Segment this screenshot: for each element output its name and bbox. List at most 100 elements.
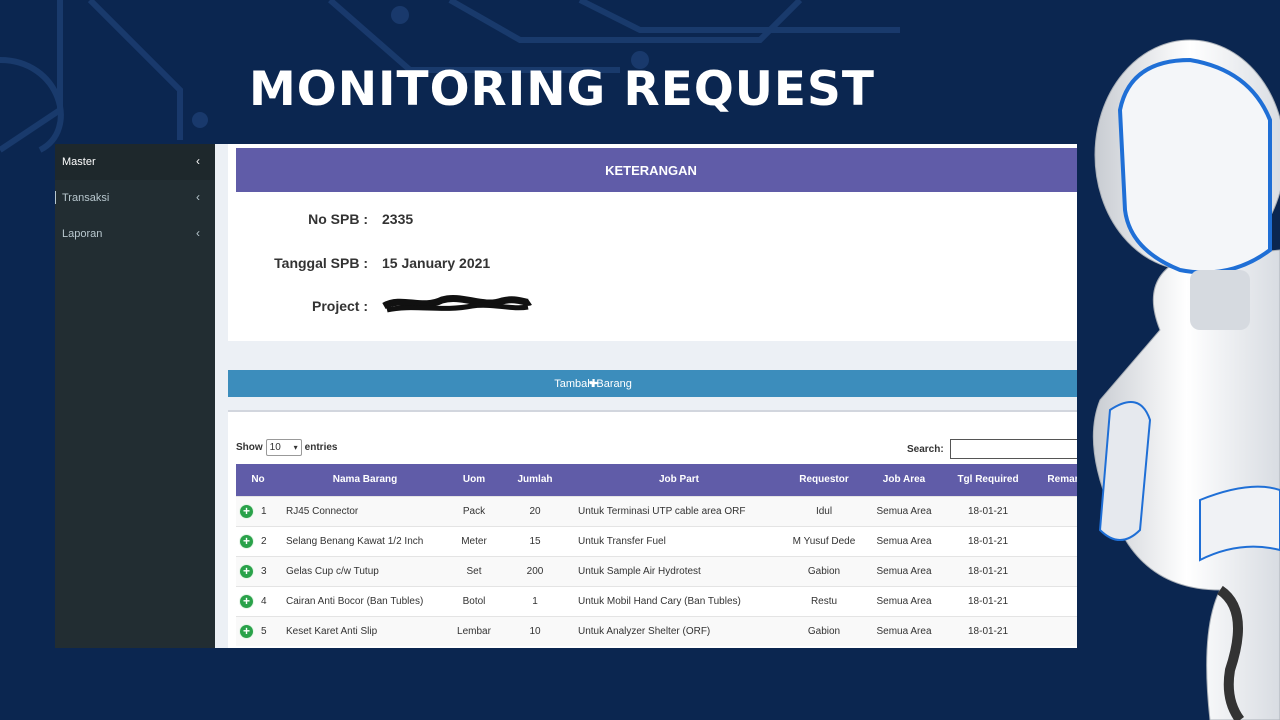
row-number: 4 <box>261 595 267 607</box>
cell-nama-barang: RJ45 Connector <box>280 495 450 526</box>
table-header-row: No Nama Barang Uom Jumlah Job Part Reque… <box>236 464 1077 496</box>
table-row: +1 RJ45 Connector Pack 20 Untuk Terminasi UT… <box>236 495 1077 526</box>
chevron-left-icon: ‹ <box>196 190 200 204</box>
chevron-left-icon: ‹ <box>196 154 200 168</box>
keterangan-box: KETERANGAN No SPB : 2335 Tanggal SPB : 1… <box>228 144 1077 341</box>
cell-job-area: Semua Area <box>862 555 946 586</box>
cell-uom: Botol <box>450 585 498 616</box>
expand-row-icon[interactable]: + <box>240 504 253 518</box>
cell-uom: Meter <box>450 525 498 556</box>
row-number: 2 <box>261 535 267 547</box>
page-headline: MONITORING REQUEST <box>249 62 875 117</box>
expand-row-icon[interactable]: + <box>240 624 253 638</box>
row-number-cell: +3 <box>236 555 280 586</box>
sidebar-item-transaksi[interactable]: Transaksi ‹ <box>55 180 215 216</box>
cell-jumlah: 10 <box>498 615 572 646</box>
cell-requestor: Gabion <box>786 615 862 646</box>
expand-row-icon[interactable]: + <box>240 564 253 578</box>
column-header[interactable]: No <box>236 464 280 496</box>
column-header[interactable]: Uom <box>450 464 498 496</box>
cell-remark <box>1030 525 1077 556</box>
table-row: +4 Cairan Anti Bocor (Ban Tubles) Botol 1 Un… <box>236 585 1077 616</box>
cell-job-area: Semua Area <box>862 525 946 556</box>
keterangan-title: KETERANGAN <box>605 162 697 178</box>
column-header[interactable]: Remar <box>1030 464 1077 496</box>
cell-remark <box>1030 615 1077 646</box>
tanggal-spb-value: 15 January 2021 <box>382 255 491 271</box>
cell-job-part: Untuk Sample Air Hydrotest <box>572 555 786 586</box>
sidebar-item-label: Laporan <box>62 228 103 240</box>
items-table: No Nama Barang Uom Jumlah Job Part Reque… <box>236 464 1077 646</box>
cell-requestor: Gabion <box>786 555 862 586</box>
cell-job-part: Untuk Transfer Fuel <box>572 525 786 556</box>
cell-remark <box>1030 495 1077 526</box>
cell-nama-barang: Gelas Cup c/w Tutup <box>280 555 450 586</box>
cell-nama-barang: Keset Karet Anti Slip <box>280 615 450 646</box>
column-header[interactable]: Job Part <box>572 464 786 496</box>
cell-tgl-required: 18-01-21 <box>946 615 1030 646</box>
search-label: Search: <box>907 443 944 455</box>
table-body: +1 RJ45 Connector Pack 20 Untuk Terminasi UT… <box>236 495 1077 646</box>
sidebar-item-label: Transaksi <box>62 192 110 204</box>
cell-tgl-required: 18-01-21 <box>946 525 1030 556</box>
column-header[interactable]: Requestor <box>786 464 862 496</box>
no-spb-label: No SPB : <box>308 211 368 227</box>
redacted-project-value <box>382 295 532 313</box>
row-number-cell: +1 <box>236 495 280 526</box>
items-table-box: Show 10 ▾ entries Search: No Nama Barang… <box>228 410 1077 648</box>
cell-uom: Pack <box>450 495 498 526</box>
row-number-cell: +5 <box>236 615 280 646</box>
cell-job-area: Semua Area <box>862 615 946 646</box>
cell-job-area: Semua Area <box>862 495 946 526</box>
row-number-cell: +2 <box>236 525 280 556</box>
cell-job-part: Untuk Mobil Hand Cary (Ban Tubles) <box>572 585 786 616</box>
table-row: +5 Keset Karet Anti Slip Lembar 10 Untuk Ana… <box>236 615 1077 646</box>
page-size-select[interactable]: 10 ▾ <box>265 439 302 456</box>
chevron-down-icon: ▾ <box>293 443 298 452</box>
sidebar-item-laporan[interactable]: Laporan ‹ <box>55 216 215 252</box>
cell-jumlah: 15 <box>498 525 572 556</box>
cell-uom: Set <box>450 555 498 586</box>
cell-requestor: M Yusuf Dede <box>786 525 862 556</box>
table-row: +2 Selang Benang Kawat 1/2 Inch Meter 15 Unt… <box>236 525 1077 556</box>
sidebar-item-master[interactable]: Master ‹ <box>55 144 215 180</box>
show-entries-control: Show 10 ▾ entries <box>236 439 337 456</box>
cell-jumlah: 200 <box>498 555 572 586</box>
keterangan-header: KETERANGAN <box>236 148 1077 192</box>
cell-remark <box>1030 555 1077 586</box>
column-header[interactable]: Job Area <box>862 464 946 496</box>
entries-label: entries <box>304 442 338 453</box>
expand-row-icon[interactable]: + <box>240 534 253 548</box>
expand-row-icon[interactable]: + <box>240 594 253 608</box>
chevron-left-icon: ‹ <box>196 226 200 240</box>
cell-requestor: Idul <box>786 495 862 526</box>
cell-nama-barang: Selang Benang Kawat 1/2 Inch <box>280 525 450 556</box>
cell-job-part: Untuk Analyzer Shelter (ORF) <box>572 615 786 646</box>
row-number: 3 <box>261 565 267 577</box>
search-input[interactable] <box>949 439 1077 459</box>
row-number: 5 <box>261 625 267 637</box>
cell-jumlah: 1 <box>498 585 572 616</box>
cell-remark <box>1030 585 1077 616</box>
main-content: KETERANGAN No SPB : 2335 Tanggal SPB : 1… <box>215 144 1077 648</box>
cell-job-area: Semua Area <box>862 585 946 616</box>
app-window: Master ‹ Transaksi ‹ Laporan ‹ KETERANGA… <box>55 144 1077 648</box>
page-size-value: 10 <box>269 442 281 453</box>
cell-requestor: Restu <box>786 585 862 616</box>
tambah-barang-label: Tambah Barang <box>554 378 632 390</box>
column-header[interactable]: Nama Barang <box>280 464 450 496</box>
sidebar: Master ‹ Transaksi ‹ Laporan ‹ <box>55 144 215 648</box>
cell-tgl-required: 18-01-21 <box>946 555 1030 586</box>
cell-job-part: Untuk Terminasi UTP cable area ORF <box>572 495 786 526</box>
tambah-barang-button[interactable]: ✚Tambah Barang <box>228 370 1077 397</box>
tanggal-spb-label: Tanggal SPB : <box>274 255 368 271</box>
search-control: Search: <box>907 439 1077 459</box>
cell-uom: Lembar <box>450 615 498 646</box>
table-row: +3 Gelas Cup c/w Tutup Set 200 Untuk Sample … <box>236 555 1077 586</box>
show-label: Show <box>236 442 263 453</box>
column-header[interactable]: Jumlah <box>498 464 572 496</box>
cell-jumlah: 20 <box>498 495 572 526</box>
no-spb-value: 2335 <box>382 211 414 227</box>
column-header[interactable]: Tgl Required <box>946 464 1030 496</box>
row-number: 1 <box>261 505 267 517</box>
